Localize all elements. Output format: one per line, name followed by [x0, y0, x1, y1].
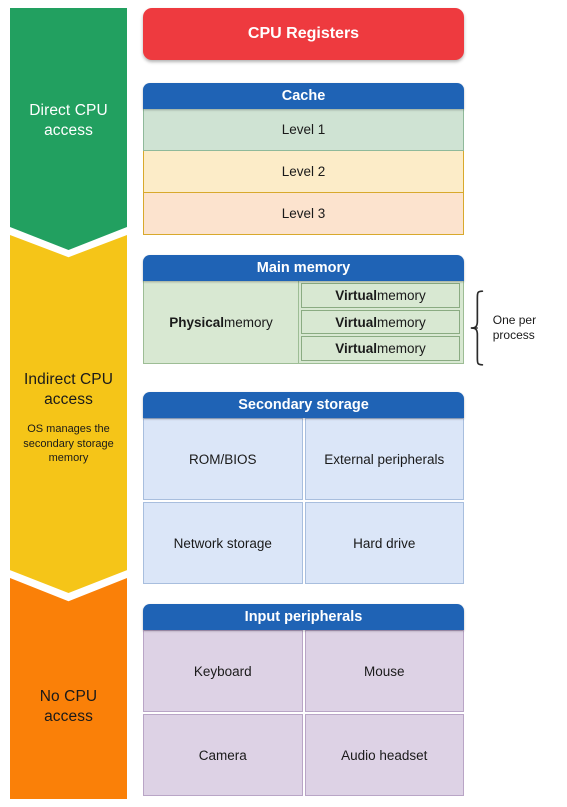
cpu-access-levels-column: Direct CPU access Indirect CPU access OS… — [10, 8, 127, 799]
virtual-memory-bold-word: Virtual — [335, 314, 377, 330]
secondary-storage-cell-rom-bios: ROM/BIOS — [143, 418, 303, 500]
access-band-indirect-cpu-subtitle: OS manages the secondary storage memory — [23, 423, 114, 465]
virtual-memory-rest-word: memory — [377, 287, 426, 303]
virtual-memory-rest-word: memory — [377, 341, 426, 357]
main-memory-header: Main memory — [143, 255, 464, 281]
secondary-storage-cell-network-storage: Network storage — [143, 502, 303, 584]
block-secondary-storage: Secondary storage ROM/BIOS External peri… — [143, 392, 464, 584]
access-band-no-cpu-content: No CPU access — [16, 687, 121, 727]
access-band-direct-cpu-title: Direct CPU access — [29, 102, 108, 139]
virtual-memory-rest-word: memory — [377, 314, 426, 330]
cpu-registers-label: CPU Registers — [143, 8, 464, 60]
input-peripherals-cell-camera: Camera — [143, 714, 303, 796]
one-per-process-annotation: One per process — [469, 278, 567, 378]
input-peripherals-header: Input peripherals — [143, 604, 464, 630]
virtual-memory-bold-word: Virtual — [335, 287, 377, 303]
access-band-no-cpu-title: No CPU access — [39, 687, 98, 725]
cache-level-3-row: Level 3 — [143, 193, 464, 235]
physical-memory-bold-word: Physical — [169, 314, 225, 330]
virtual-memory-bold-word: Virtual — [335, 341, 377, 357]
one-per-process-label: One per process — [492, 313, 537, 342]
input-peripherals-cell-keyboard: Keyboard — [143, 630, 303, 712]
input-peripherals-cell-mouse: Mouse — [304, 630, 464, 712]
virtual-memory-cell: Virtual memory — [301, 336, 460, 362]
curly-brace-icon — [470, 290, 484, 366]
cache-level-1-row: Level 1 — [143, 109, 464, 151]
virtual-memory-cell: Virtual memory — [301, 283, 460, 308]
physical-memory-cell: Physical memory — [144, 281, 299, 363]
block-input-peripherals: Input peripherals Keyboard Mouse Camera … — [143, 604, 464, 796]
access-band-direct-cpu: Direct CPU access — [10, 8, 127, 250]
secondary-storage-header: Secondary storage — [143, 392, 464, 418]
access-band-indirect-cpu: Indirect CPU access OS manages the secon… — [10, 235, 127, 593]
access-band-direct-cpu-content: Direct CPU access — [16, 101, 121, 141]
virtual-memory-column: Virtual memory Virtual memory Virtual me… — [299, 281, 463, 363]
cache-level-2-row: Level 2 — [143, 151, 464, 193]
input-peripherals-cell-audio-headset: Audio headset — [304, 714, 464, 796]
physical-memory-rest-word: memory — [224, 314, 273, 330]
cache-header: Cache — [143, 83, 464, 109]
virtual-memory-cell: Virtual memory — [301, 309, 460, 335]
secondary-storage-grid: ROM/BIOS External peripherals Network st… — [143, 418, 464, 584]
access-band-indirect-cpu-title: Indirect CPU access — [23, 371, 114, 409]
block-main-memory: Main memory Physical memory Virtual memo… — [143, 255, 464, 364]
main-memory-body: Physical memory Virtual memory Virtual m… — [143, 281, 464, 364]
access-band-no-cpu: No CPU access — [10, 578, 127, 799]
block-cpu-registers: CPU Registers — [143, 8, 464, 60]
block-cache: Cache Level 1 Level 2 Level 3 — [143, 83, 464, 235]
memory-hierarchy-stack: CPU Registers Cache Level 1 Level 2 Leve… — [143, 0, 567, 807]
input-peripherals-grid: Keyboard Mouse Camera Audio headset — [143, 630, 464, 796]
secondary-storage-cell-hard-drive: Hard drive — [304, 502, 464, 584]
secondary-storage-cell-external-peripherals: External peripherals — [304, 418, 464, 500]
access-band-indirect-cpu-content: Indirect CPU access OS manages the secon… — [16, 370, 121, 466]
